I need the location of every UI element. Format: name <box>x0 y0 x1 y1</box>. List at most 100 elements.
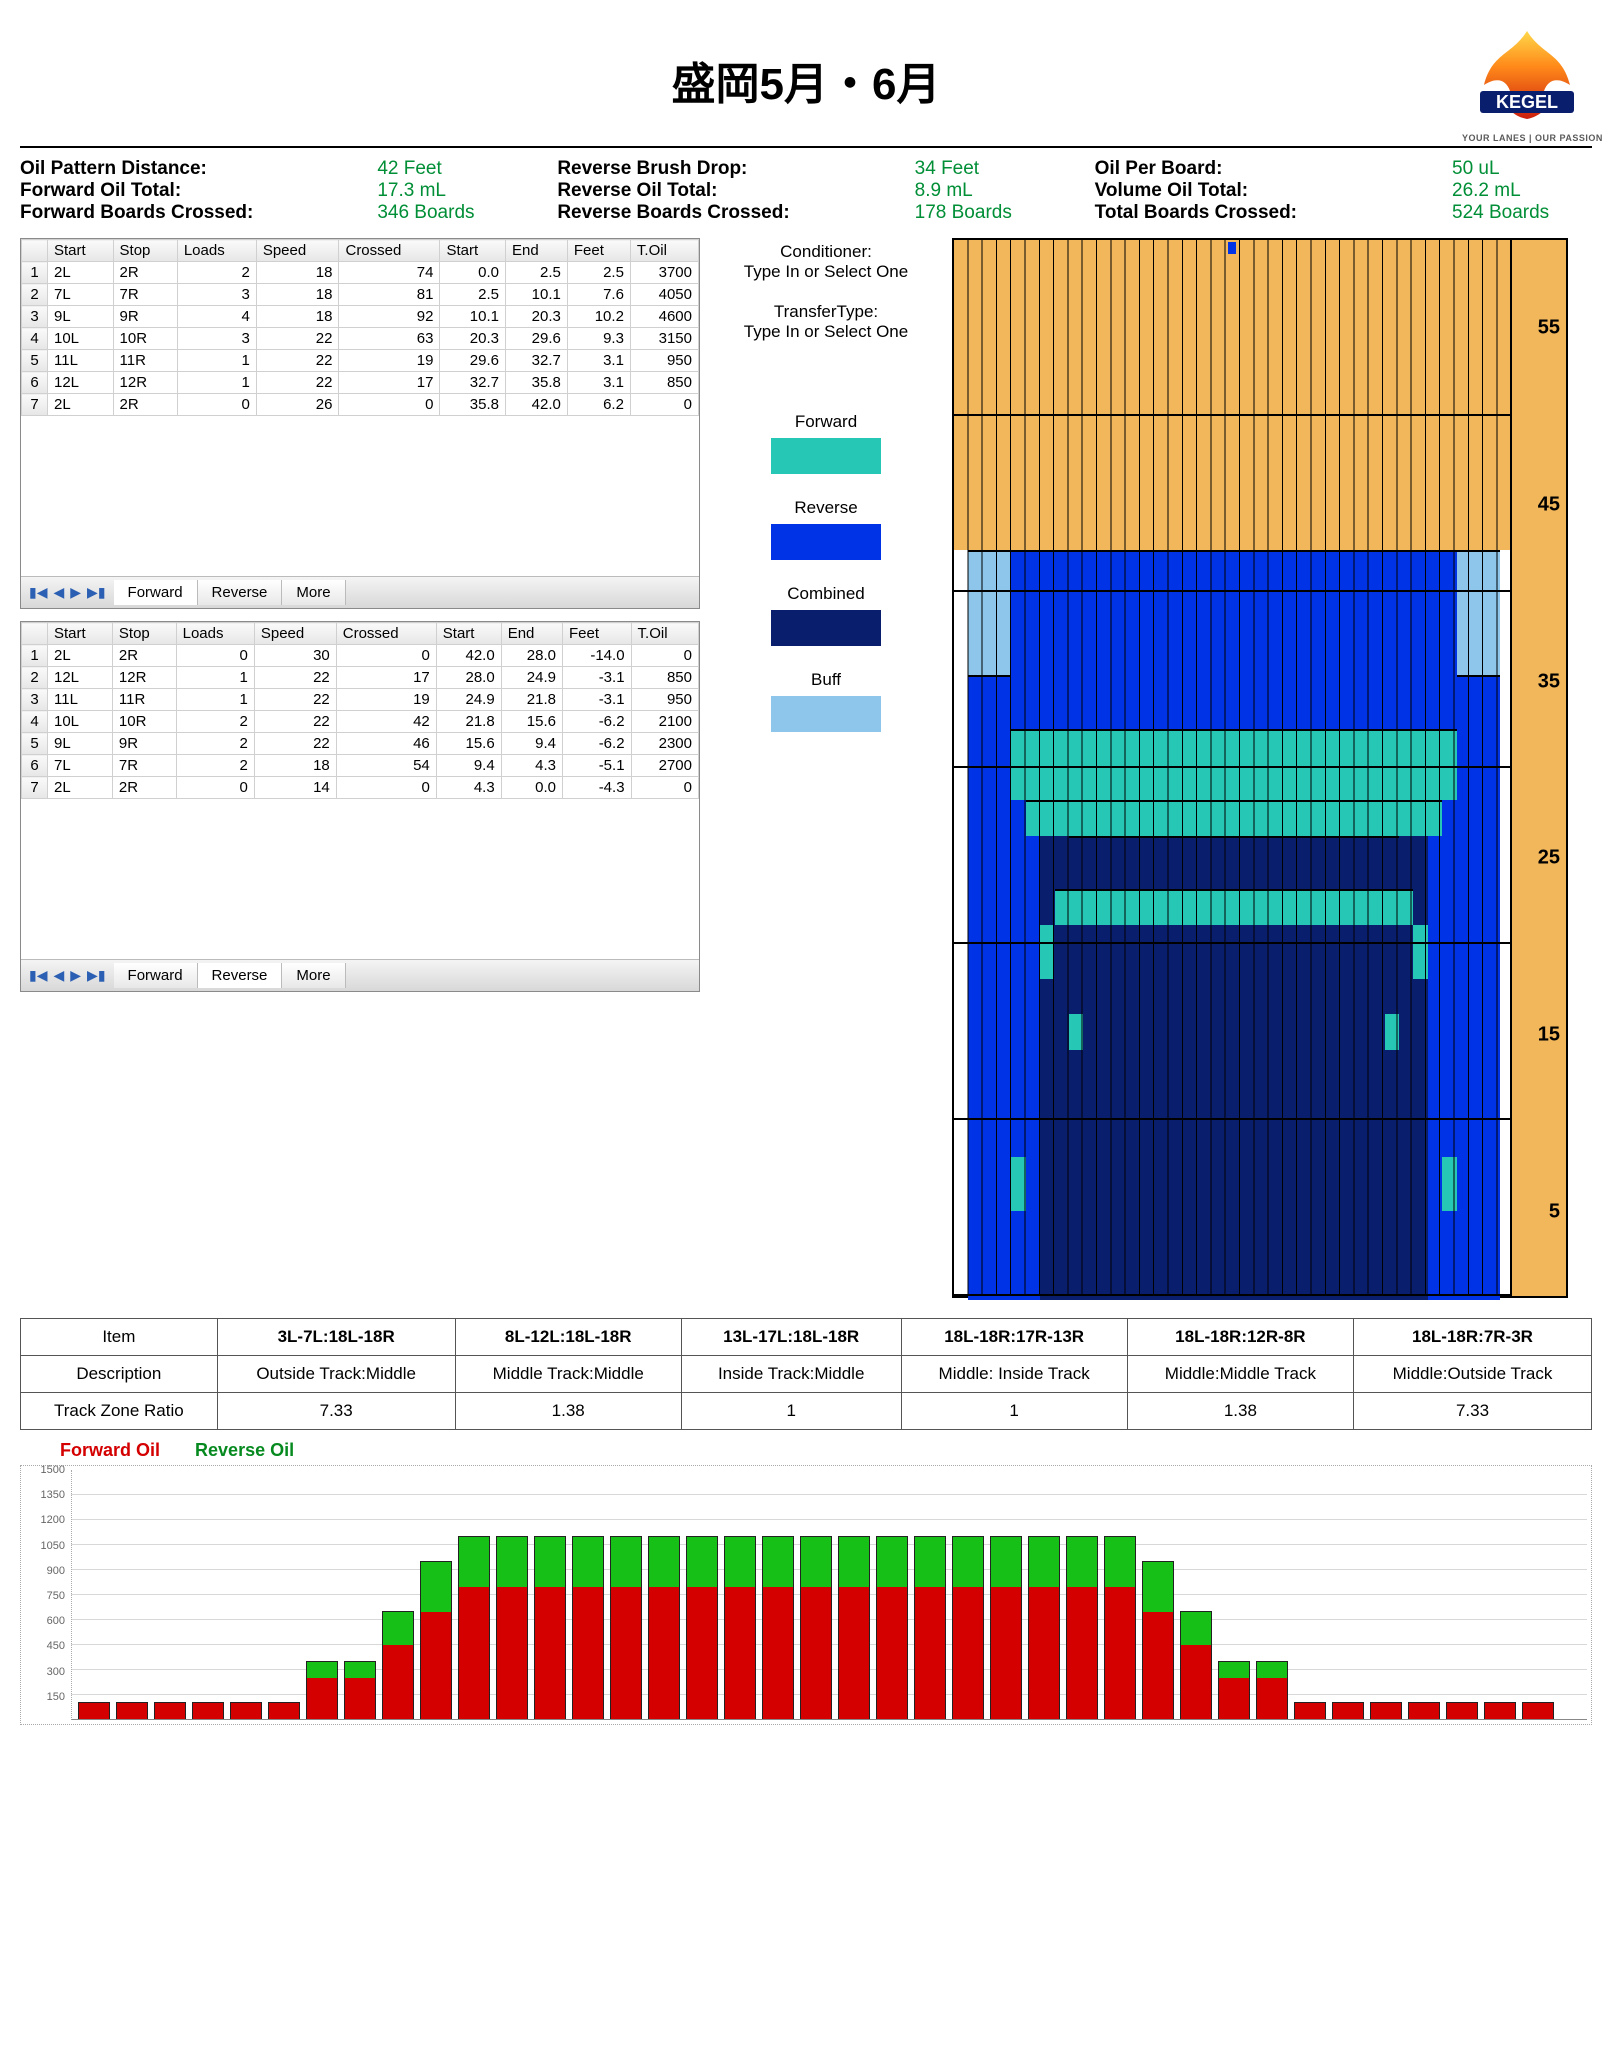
stat-value: 34 Feet <box>915 158 1055 180</box>
stat-label: Reverse Brush Drop: <box>557 158 747 180</box>
cell: 15.6 <box>501 711 562 733</box>
ytick: 55 <box>1538 317 1560 340</box>
cell: 0 <box>631 645 698 667</box>
chart-bar <box>610 1536 642 1719</box>
table-row[interactable]: 311L11R1221924.921.8-3.1950 <box>22 689 699 711</box>
zone-cell: 8L-12L:18L-18R <box>455 1319 681 1356</box>
table-row[interactable]: 511L11R1221929.632.73.1950 <box>22 350 699 372</box>
row-number: 3 <box>22 689 48 711</box>
transfer-select[interactable]: Type In or Select One <box>716 322 936 342</box>
table-row[interactable]: 59L9R2224615.69.4-6.22300 <box>22 733 699 755</box>
first-icon[interactable]: ▮◀ <box>27 584 49 601</box>
cell: 17 <box>339 372 440 394</box>
column-header: Stop <box>113 240 177 262</box>
zone-cell: 1.38 <box>1127 1393 1353 1430</box>
table-row[interactable]: 410L10R3226320.329.69.33150 <box>22 328 699 350</box>
row-number: 6 <box>22 372 48 394</box>
table-row[interactable]: 212L12R1221728.024.9-3.1850 <box>22 667 699 689</box>
next-icon[interactable]: ▶ <box>68 967 83 984</box>
table-row[interactable]: 72L2R01404.30.0-4.30 <box>22 777 699 799</box>
prev-icon[interactable]: ◀ <box>51 967 66 984</box>
table-row[interactable]: 27L7R318812.510.17.64050 <box>22 284 699 306</box>
cell: 4 <box>177 306 256 328</box>
forward-table: StartStopLoadsSpeedCrossedStartEndFeetT.… <box>21 239 699 416</box>
chart-bar <box>990 1536 1022 1719</box>
chart-legend: Forward Oil Reverse Oil <box>60 1440 1592 1461</box>
chart-bar <box>268 1702 300 1719</box>
cell: 3.1 <box>567 372 630 394</box>
chart-bar <box>458 1536 490 1719</box>
grid-nav[interactable]: ▮◀ ◀ ▶ ▶▮ <box>21 967 114 984</box>
table-row[interactable]: 12L2R030042.028.0-14.00 <box>22 645 699 667</box>
grid-nav[interactable]: ▮◀ ◀ ▶ ▶▮ <box>21 584 114 601</box>
next-icon[interactable]: ▶ <box>68 584 83 601</box>
last-icon[interactable]: ▶▮ <box>85 967 107 984</box>
cell: 0 <box>336 645 436 667</box>
first-icon[interactable]: ▮◀ <box>27 967 49 984</box>
cell: 10L <box>48 711 113 733</box>
zone-row-label: Track Zone Ratio <box>21 1393 218 1430</box>
table-row[interactable]: 72L2R026035.842.06.20 <box>22 394 699 416</box>
tab-forward[interactable]: Forward <box>114 963 198 988</box>
cell: 850 <box>631 667 698 689</box>
chart-ytick: 600 <box>21 1615 65 1627</box>
legend-buff-label: Buff <box>716 670 936 690</box>
cell: 950 <box>631 689 698 711</box>
cell: 74 <box>339 262 440 284</box>
cell: 14 <box>254 777 336 799</box>
cell: 15.6 <box>436 733 501 755</box>
cell: 0 <box>177 394 256 416</box>
cell: 54 <box>336 755 436 777</box>
table-row[interactable]: 12L2R218740.02.52.53700 <box>22 262 699 284</box>
cell: 32.7 <box>440 372 506 394</box>
tab-reverse[interactable]: Reverse <box>198 963 283 988</box>
stat-label: Oil Pattern Distance: <box>20 158 207 180</box>
tab-reverse[interactable]: Reverse <box>198 580 283 605</box>
row-number: 7 <box>22 777 48 799</box>
cell: 7R <box>113 284 177 306</box>
chart-bar <box>154 1702 186 1719</box>
last-icon[interactable]: ▶▮ <box>85 584 107 601</box>
stat-value: 524 Boards <box>1452 202 1592 224</box>
cell: 850 <box>630 372 698 394</box>
transfer-label: TransferType: <box>716 302 936 322</box>
cell: 0 <box>630 394 698 416</box>
chart-legend-reverse: Reverse Oil <box>195 1440 294 1460</box>
chart-bar <box>496 1536 528 1719</box>
cell: 11L <box>48 350 114 372</box>
chart-ytick: 1200 <box>21 1514 65 1526</box>
chart-ytick: 1050 <box>21 1540 65 1552</box>
cell: 30 <box>254 645 336 667</box>
cell: -6.2 <box>562 733 631 755</box>
table-row[interactable]: 410L10R2224221.815.6-6.22100 <box>22 711 699 733</box>
cell: 0.0 <box>501 777 562 799</box>
chart-bar <box>800 1536 832 1719</box>
chart-bar <box>78 1702 110 1719</box>
cell: 20.3 <box>440 328 506 350</box>
cell: 2.5 <box>567 262 630 284</box>
column-header: Loads <box>177 240 256 262</box>
prev-icon[interactable]: ◀ <box>51 584 66 601</box>
cell: 3 <box>177 328 256 350</box>
table-row[interactable]: 612L12R1221732.735.83.1850 <box>22 372 699 394</box>
zone-cell: 7.33 <box>217 1393 455 1430</box>
stat-value: 8.9 mL <box>915 180 1055 202</box>
cell: 32.7 <box>505 350 567 372</box>
cell: 22 <box>254 667 336 689</box>
cell: 63 <box>339 328 440 350</box>
chart-bar <box>1142 1561 1174 1719</box>
tab-more[interactable]: More <box>282 580 345 605</box>
table-row[interactable]: 39L9R4189210.120.310.24600 <box>22 306 699 328</box>
chart-bar <box>1294 1702 1326 1719</box>
chart-bar <box>344 1661 376 1719</box>
cell: 3700 <box>630 262 698 284</box>
table-row[interactable]: 67L7R218549.44.3-5.12700 <box>22 755 699 777</box>
cell: 0.0 <box>440 262 506 284</box>
conditioner-select[interactable]: Type In or Select One <box>716 262 936 282</box>
tab-more[interactable]: More <box>282 963 345 988</box>
cell: 0 <box>336 777 436 799</box>
legend-buff-swatch <box>771 696 881 732</box>
cell: 42 <box>336 711 436 733</box>
cell: 22 <box>254 689 336 711</box>
tab-forward[interactable]: Forward <box>114 580 198 605</box>
